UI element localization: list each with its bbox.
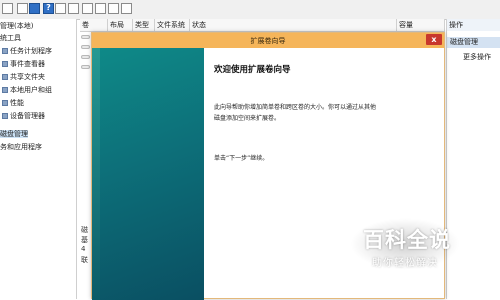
tree-item-root[interactable]: 管理(本地) — [0, 22, 33, 31]
tree-item-performance[interactable]: 性能 — [2, 99, 24, 108]
disk-icon[interactable] — [95, 3, 106, 14]
col-layout[interactable]: 布局 — [108, 19, 133, 31]
wizard-sidebar-image — [92, 48, 204, 300]
tree-item-device-manager[interactable]: 设备管理器 — [2, 112, 45, 121]
forward-icon[interactable] — [17, 3, 28, 14]
close-button[interactable]: x — [426, 34, 442, 45]
doc-icon[interactable] — [68, 3, 79, 14]
disk-label: 磁 — [81, 226, 88, 234]
volume-row[interactable] — [81, 55, 90, 59]
actions-section-disk-management[interactable]: 磁盘管理 — [447, 37, 500, 48]
watermark-subtitle: 助你轻松解决 — [372, 258, 438, 269]
sidebar-stripe — [92, 48, 100, 300]
tree-item-local-users[interactable]: 本地用户和组 — [2, 86, 52, 95]
volume-row[interactable] — [81, 65, 90, 69]
disk-label: 4 — [81, 245, 86, 253]
tree-item-shared-folders[interactable]: 共享文件夹 — [2, 73, 45, 82]
volume-row[interactable] — [81, 35, 90, 39]
event-icon — [2, 61, 8, 67]
properties-icon[interactable] — [108, 3, 119, 14]
tree-item-services[interactable]: 务和应用程序 — [0, 143, 42, 152]
wizard-description-line2: 磁盘添加空间来扩展卷。 — [214, 115, 281, 122]
performance-icon — [2, 100, 8, 106]
watermark-logo-text: 百科全说 — [363, 228, 451, 252]
col-status[interactable]: 状态 — [190, 19, 397, 31]
tree-item-event-viewer[interactable]: 事件查看器 — [2, 60, 45, 69]
col-type[interactable]: 类型 — [133, 19, 155, 31]
folder-icon — [2, 74, 8, 80]
console-tree: 管理(本地) 统工具 任务计划程序 事件查看器 共享文件夹 本地用户和组 性能 … — [0, 19, 77, 299]
tree-item-disk-management[interactable]: 磁盘管理 — [0, 130, 28, 139]
dialog-titlebar[interactable]: 扩展卷向导 x — [92, 33, 444, 48]
device-icon — [2, 113, 8, 119]
column-header: 卷 布局 类型 文件系统 状态 容量 — [80, 19, 445, 32]
col-filesystem[interactable]: 文件系统 — [155, 19, 190, 31]
col-capacity[interactable]: 容量 — [397, 19, 445, 31]
wizard-hint: 单击“下一步”继续。 — [214, 155, 269, 162]
disk-label: 基 — [81, 236, 88, 244]
grid-icon[interactable] — [55, 3, 66, 14]
disk-label: 联 — [81, 256, 88, 264]
folder-icon[interactable] — [82, 3, 93, 14]
check-icon[interactable] — [121, 3, 132, 14]
wizard-heading: 欢迎使用扩展卷向导 — [214, 65, 291, 75]
back-icon[interactable] — [2, 3, 13, 14]
more-actions-link[interactable]: 更多操作 — [463, 52, 491, 62]
col-volume[interactable]: 卷 — [80, 19, 108, 31]
tree-item-system-tools[interactable]: 统工具 — [0, 34, 21, 43]
toolbar: ? — [0, 0, 500, 20]
actions-title: 操作 — [447, 19, 500, 31]
task-icon — [2, 48, 8, 54]
help-icon[interactable]: ? — [43, 3, 54, 14]
users-icon — [2, 87, 8, 93]
wizard-description-line1: 此向导帮助你增加简单卷和跨区卷的大小。你可以通过从其他 — [214, 104, 377, 111]
tree-item-task-scheduler[interactable]: 任务计划程序 — [2, 47, 52, 56]
volume-row[interactable] — [81, 45, 90, 49]
dialog-title: 扩展卷向导 — [250, 37, 286, 45]
pane-icon[interactable] — [29, 3, 40, 14]
